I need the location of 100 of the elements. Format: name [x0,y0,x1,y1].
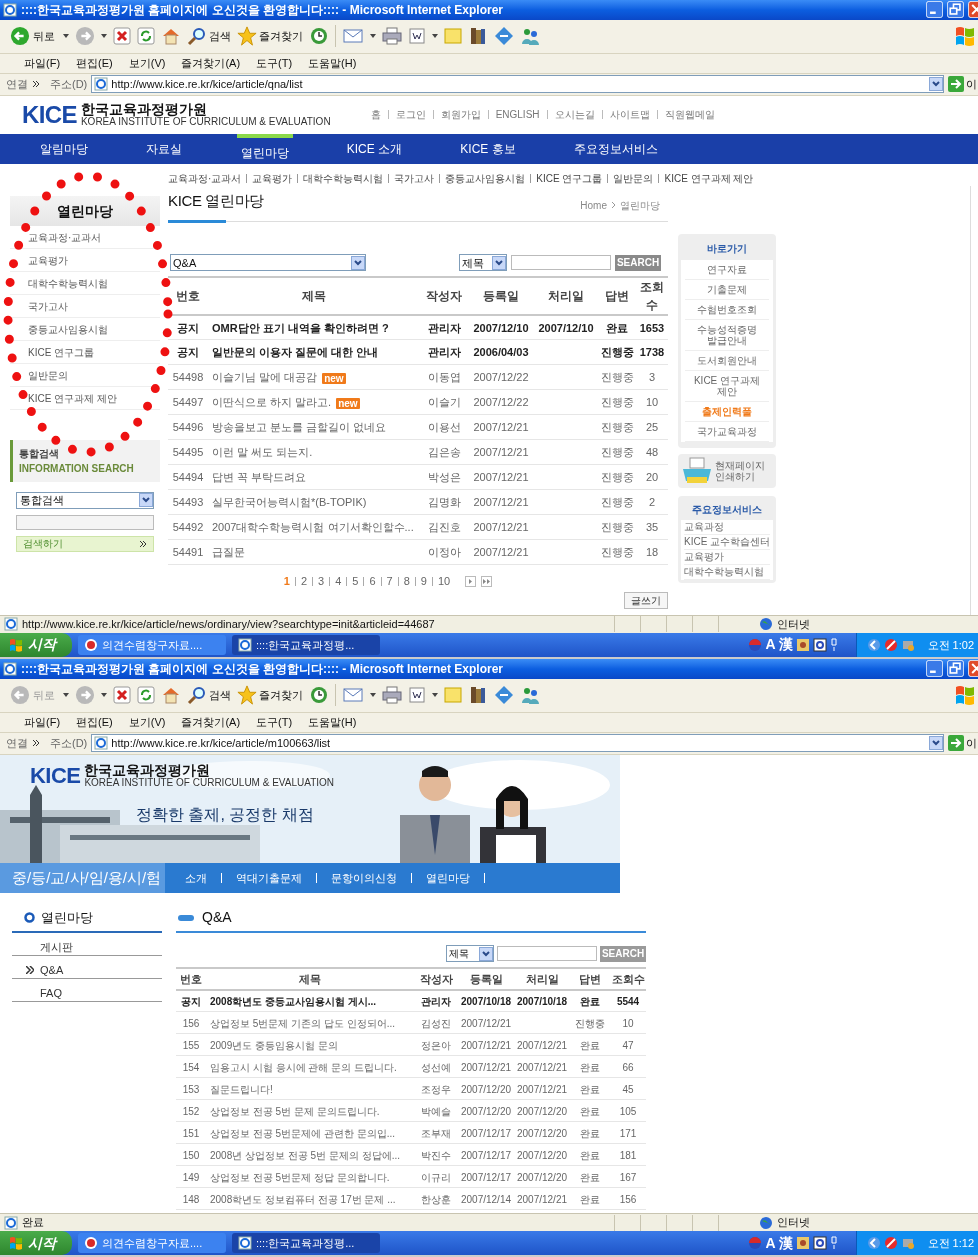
nav-link[interactable]: 역대기출문제 [236,869,302,887]
page-link[interactable]: 7 [386,573,393,590]
last-page-icon[interactable] [481,576,493,588]
board-select[interactable]: Q&A [170,254,366,272]
caret-icon[interactable] [370,34,376,39]
search-field[interactable] [511,255,611,271]
ime-mode[interactable]: 漢 [778,634,793,656]
menu-item[interactable]: 보기(V) [126,55,168,72]
utility-link[interactable]: 로그인 [395,107,426,123]
go-button[interactable]: 이 [948,735,978,752]
sub-nav-link[interactable]: KICE 연구그룹 [536,171,603,187]
refresh-icon[interactable] [137,27,155,46]
sub-nav-link[interactable]: 국가고사 [394,171,435,187]
diamond-icon[interactable] [494,685,514,706]
utility-link[interactable]: 홈 [370,107,381,123]
mail-icon[interactable] [342,686,364,705]
service-link[interactable]: 대학수학능력시험 [684,564,770,580]
back-button[interactable]: 뒤로 [8,26,57,47]
post-title-link[interactable]: 일반문의 이용자 질문에 대한 안내 [212,346,379,359]
service-link[interactable]: 교육과정 [684,519,770,535]
post-title-link[interactable]: 답변 꼭 부탁드려요 [212,471,307,484]
maximize-button[interactable] [947,1,964,19]
quick-link[interactable]: 연구자료 [685,259,769,280]
close-button[interactable] [968,1,978,19]
caret-icon[interactable] [101,693,107,698]
sidebar-item[interactable]: 교육평가 [10,248,160,272]
caret-icon[interactable] [370,693,376,698]
address-field[interactable]: http://www.kice.re.kr/kice/article/qna/list [91,75,944,94]
utility-link[interactable]: ENGLISH [495,107,540,123]
menu-item[interactable]: 도움말(H) [306,714,359,731]
menu-item[interactable]: 즐겨찾기(A) [179,714,243,731]
caret-icon[interactable] [63,34,69,39]
utility-link[interactable]: 사이트맵 [609,107,650,123]
go-button[interactable]: 이 [948,76,978,93]
people-icon[interactable] [520,26,540,47]
caret-icon[interactable] [63,693,69,698]
chevron-icon[interactable] [32,80,40,89]
utility-link[interactable]: 직원웹메일 [664,107,715,123]
search-button[interactable]: SEARCH [615,254,661,271]
field-select[interactable]: 제목 [446,945,494,963]
quick-link[interactable]: 국가교육과정 [685,421,769,442]
refresh-icon[interactable] [137,686,155,705]
post-title-link[interactable]: 임용고시 시험 응시에 관해 문의 드립니다. [210,1061,397,1073]
write-button[interactable]: 글쓰기 [624,591,668,609]
caret-icon[interactable] [432,693,438,698]
nav-tab[interactable]: 주요정보서비스 [569,133,662,164]
diamond-icon[interactable] [494,26,514,47]
home-icon[interactable] [161,686,181,705]
sidebar-item[interactable]: KICE 연구과제 제안 [10,386,160,410]
sub-nav-link[interactable]: 중등교사임용시험 [445,171,526,187]
post-title-link[interactable]: 상업정보 5번문제 기존의 답도 인정되어... [210,1017,395,1029]
page-link[interactable]: 10 [437,573,451,590]
blocked-icon[interactable] [883,1236,898,1250]
ime-mode[interactable]: 漢 [778,1232,793,1254]
help-icon[interactable] [812,637,827,652]
minimize-button[interactable] [926,660,943,678]
menu-item[interactable]: 도구(T) [254,55,295,72]
utility-link[interactable]: 오시는길 [554,107,595,123]
post-title-link[interactable]: OMR답안 표기 내역을 확인하려면 ? [212,321,389,334]
nav-link[interactable]: 열린마당 [426,869,470,887]
book-icon[interactable] [468,26,488,47]
next-page-icon[interactable] [465,576,477,588]
search-button[interactable]: 검색 [187,685,231,706]
quick-link[interactable]: 기출문제 [685,279,769,300]
menu-item[interactable]: 도구(T) [254,714,295,731]
search-field[interactable] [497,946,597,962]
taskbar-button[interactable]: 의견수렴창구자료.... [78,634,226,655]
favorites-button[interactable]: 즐겨찾기 [237,685,303,706]
printer-icon[interactable] [382,27,402,46]
nav-tab[interactable]: KICE 소개 [342,133,407,164]
people-icon[interactable] [520,685,540,706]
taskbar-button[interactable]: 의견수렴창구자료.... [78,1233,226,1253]
history-icon[interactable] [309,26,329,47]
quick-link[interactable]: 수능성적증명 발급안내 [685,319,769,351]
sidebar-item[interactable]: 중등교사임용시험 [10,317,160,341]
post-title-link[interactable]: 급질문 [212,546,245,559]
minimize-button[interactable] [926,1,943,19]
caret-icon[interactable] [432,34,438,39]
post-title-link[interactable]: 2008학년도 정보컴퓨터 전공 17번 문제 ... [210,1193,396,1205]
quick-link[interactable]: 도서회원안내 [685,350,769,371]
taskbar-button[interactable]: ::::한국교육과정평... [232,1233,380,1253]
page-link[interactable]: 8 [403,573,410,590]
stop-icon[interactable] [113,27,131,46]
address-field[interactable]: http://www.kice.re.kr/kice/article/m100663/list [91,734,944,753]
nav-tab[interactable]: KICE 홍보 [456,133,520,164]
dropdown-icon[interactable] [929,736,943,751]
page-link[interactable]: 4 [335,573,342,590]
sidebar-item[interactable]: 교육과정·교과서 [10,225,160,249]
menu-item[interactable]: 보기(V) [126,714,168,731]
ime-mode[interactable]: A [765,1232,776,1254]
menu-item[interactable]: 편집(E) [74,55,115,72]
sub-nav-link[interactable]: 교육평가 [252,171,293,187]
post-title-link[interactable]: 상업정보 전공 5번문제에 관련한 문의입... [210,1127,395,1139]
post-title-link[interactable]: 상업정보 전공 5번문제 정답 문의합니다. [210,1171,390,1183]
mail-icon[interactable] [342,27,364,46]
scope-select[interactable]: 통합검색 [16,491,154,509]
post-title-link[interactable]: 방송을보고 분노를 금할길이 없네요 [212,421,387,434]
menu-item[interactable]: 즐겨찾기(A) [179,55,243,72]
printer-icon[interactable] [382,686,402,705]
blocked-icon[interactable] [883,637,898,652]
